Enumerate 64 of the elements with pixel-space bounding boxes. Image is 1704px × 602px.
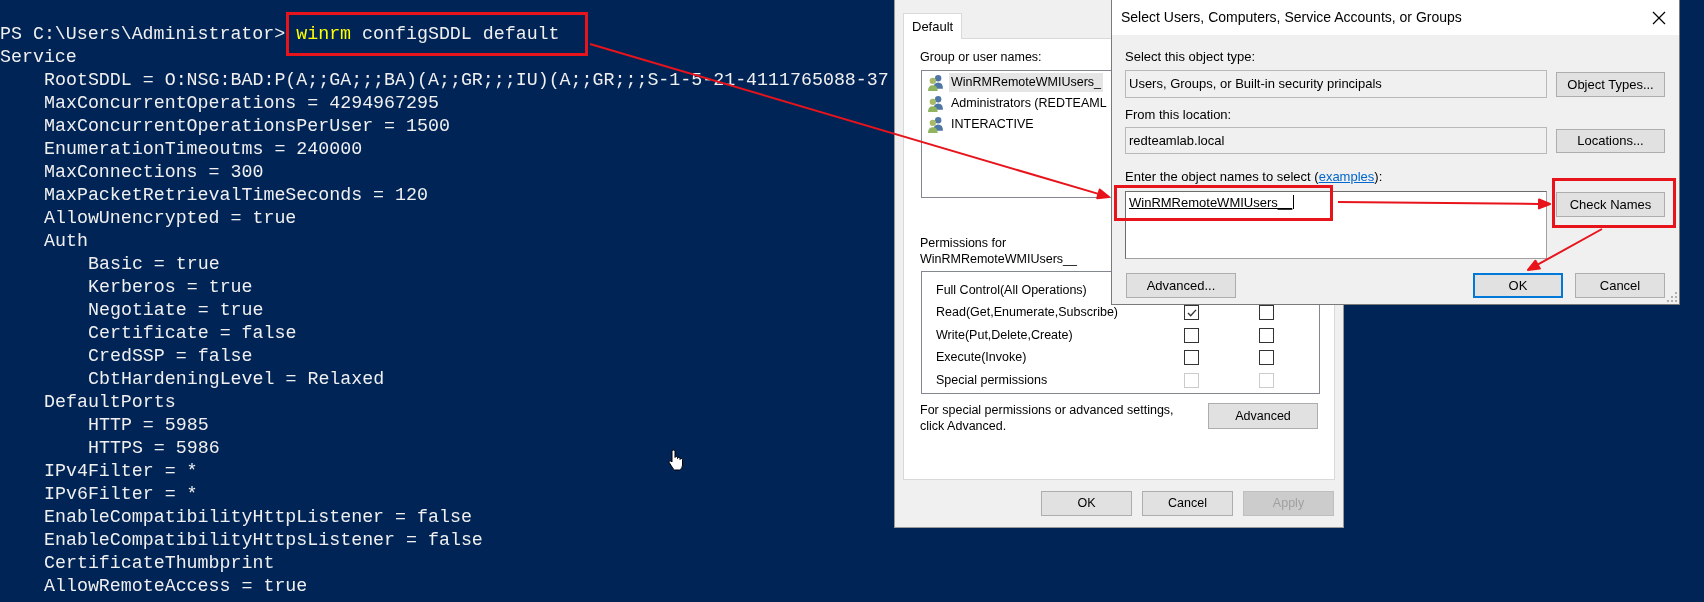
dialog-button[interactable]: Cancel [1575, 273, 1665, 298]
checkbox[interactable] [1184, 305, 1199, 321]
close-icon [1652, 10, 1666, 25]
output-line: CbtHardeningLevel = Relaxed [88, 368, 385, 391]
object-type-label: Select this object type: [1125, 49, 1256, 65]
output-line: EnumerationTimeoutms = 240000 [44, 138, 363, 161]
location-field[interactable]: redteamlab.local [1125, 127, 1547, 154]
output-line: CredSSP = false [88, 345, 253, 368]
advanced-button[interactable]: Advanced [1208, 403, 1318, 429]
dialog-button[interactable]: Cancel [1142, 491, 1233, 516]
checkbox[interactable] [1184, 350, 1199, 366]
permission-label: Full Control(All Operations) [936, 282, 1087, 298]
advanced-hint: For special permissions or advanced settings, click Advanced. [920, 402, 1175, 434]
output-line: CertificateThumbprint [44, 552, 275, 575]
output-line: IPv6Filter = * [44, 483, 198, 506]
output-line: Basic = true [88, 253, 220, 276]
output-line: MaxConcurrentOperationsPerUser = 1500 [44, 115, 450, 138]
size-grip-icon [1667, 292, 1677, 302]
tab[interactable]: Default [903, 13, 963, 39]
object-names-field[interactable]: WinRMRemoteWMIUsers__ [1125, 191, 1547, 259]
output-line: EnableCompatibilityHttpsListener = false [44, 529, 483, 552]
object-types-button[interactable]: Object Types... [1556, 72, 1665, 97]
checkbox[interactable] [1259, 305, 1274, 321]
output-line: Certificate = false [88, 322, 297, 345]
output-line: HTTP = 5985 [88, 414, 209, 437]
check-names-button[interactable]: Check Names [1556, 192, 1665, 217]
output-line: MaxPacketRetrievalTimeSeconds = 120 [44, 184, 428, 207]
permission-label: Write(Put,Delete,Create) [936, 327, 1073, 343]
checkbox[interactable] [1184, 327, 1199, 343]
command-name: winrm [296, 23, 352, 46]
location-label: From this location: [1125, 107, 1232, 123]
permissions-label: Permissions for WinRMRemoteWMIUsers__ [920, 235, 1078, 267]
permission-label: Read(Get,Enumerate,Subscribe) [936, 305, 1119, 321]
dialog-button[interactable]: OK [1473, 273, 1563, 298]
shell-prompt: PS C:\Users\Administrator> [0, 23, 286, 46]
output-line: Kerberos = true [88, 276, 253, 299]
output-line: MaxConcurrentOperations = 4294967295 [44, 92, 439, 115]
output-line: AllowUnencrypted = true [44, 207, 297, 230]
output-line: IPv4Filter = * [44, 460, 198, 483]
users-icon [928, 74, 943, 91]
output-line: Negotiate = true [88, 299, 264, 322]
checkbox[interactable] [1259, 327, 1274, 343]
output-line: DefaultPorts [44, 391, 176, 414]
hand-cursor-icon [668, 449, 684, 471]
advanced-button[interactable]: Advanced... [1126, 273, 1236, 298]
output-line: Service [0, 46, 77, 69]
output-line: MaxConnections = 300 [44, 161, 264, 184]
output-line: HTTPS = 5986 [88, 437, 220, 460]
object-type-field[interactable]: Users, Groups, or Built-in security principals [1125, 70, 1547, 98]
users-icon [928, 116, 943, 133]
dialog-button[interactable]: OK [1041, 491, 1132, 516]
output-line: EnableCompatibilityHttpListener = false [44, 506, 472, 529]
output-line: AllowRemoteAccess = true [44, 575, 308, 598]
locations-button[interactable]: Locations... [1556, 129, 1665, 153]
command-arguments: configSDDL default [362, 23, 560, 46]
permission-label: Execute(Invoke) [936, 350, 1027, 366]
checkbox[interactable] [1259, 350, 1274, 366]
examples-link[interactable]: examples [1318, 169, 1375, 184]
object-names-label: Enter the object names to select (examples): [1125, 169, 1383, 184]
users-icon [928, 95, 943, 112]
principals-label: Group or user names: [920, 50, 1042, 65]
dialog-title: Select Users, Computers, Service Accounts, or Groups [1120, 8, 1462, 27]
output-line: Auth [44, 230, 88, 253]
permission-label: Special permissions [936, 372, 1048, 388]
